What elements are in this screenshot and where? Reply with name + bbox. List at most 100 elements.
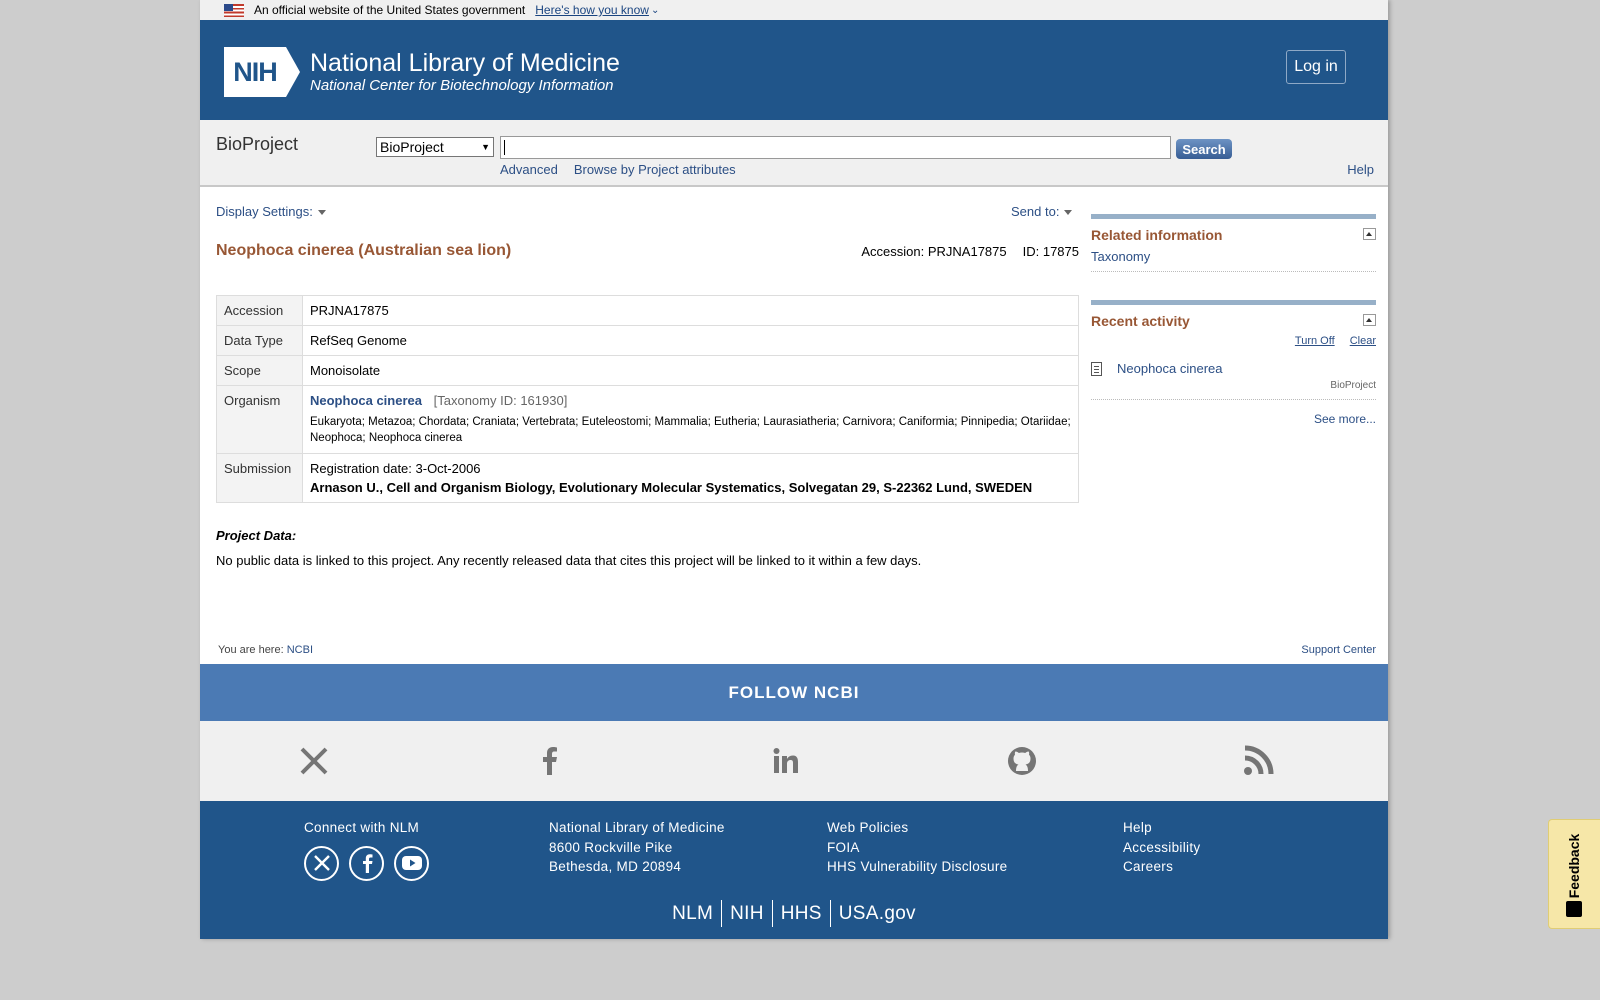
submitter: Arnason U., Cell and Organism Biology, E… [310,480,1033,495]
record-id: ID: 17875 [1022,244,1079,259]
web-policies-link[interactable]: Web Policies [827,818,1007,838]
table-row: Organism Neophoca cinerea [Taxonomy ID: … [216,385,1079,454]
row-key: Data Type [216,325,303,356]
breadcrumb-ncbi-link[interactable]: NCBI [287,644,313,656]
gov-banner: An official website of the United States… [200,0,1388,20]
project-details-table: Accession PRJNA17875 Data Type RefSeq Ge… [216,295,1079,503]
row-value: RefSeq Genome [302,325,1079,356]
select-caret-icon: ▼ [481,142,490,152]
recent-activity-item[interactable]: Neophoca cinerea [1091,361,1376,376]
recent-item-database: BioProject [1091,380,1376,400]
careers-link[interactable]: Careers [1123,857,1200,877]
search-bar: BioProject BioProject ▼ Search Advanced … [200,120,1388,187]
row-key: Submission [216,453,303,503]
database-title: BioProject [216,134,299,154]
usa-gov-link[interactable]: USA.gov [829,900,924,927]
table-row: Scope Monoisolate [216,355,1079,386]
site-subtitle: National Center for Biotechnology Inform… [310,77,614,94]
search-input[interactable] [500,136,1171,159]
nih-link[interactable]: NIH [721,900,772,927]
nlm-link[interactable]: NLM [664,900,721,927]
database-select-value: BioProject [380,139,444,155]
accessibility-link[interactable]: Accessibility [1123,838,1200,858]
table-row: Submission Registration date: 3-Oct-2006… [216,453,1079,503]
foia-link[interactable]: FOIA [827,838,1007,858]
x-icon[interactable] [304,845,339,881]
feedback-label: Feedback [1566,833,1582,899]
linkedin-icon[interactable] [770,745,802,777]
collapse-toggle-icon[interactable] [1363,228,1376,240]
display-settings-menu[interactable]: Display Settings: [216,204,326,219]
chevron-down-icon: ⌄ [650,4,660,16]
address-line[interactable]: National Library of Medicine [549,818,725,838]
clear-link[interactable]: Clear [1350,335,1376,347]
record-identifiers: Accession: PRJNA17875 ID: 17875 [861,244,1079,259]
how-you-know-link[interactable]: Here's how you know [535,3,649,17]
organism-cell: Neophoca cinerea [Taxonomy ID: 161930] E… [302,385,1079,454]
help-link[interactable]: Help [1347,162,1374,177]
login-button[interactable]: Log in [1286,50,1346,84]
organism-lineage: Eukaryota; Metazoa; Chordata; Craniata; … [310,416,1071,444]
us-flag-icon [224,3,244,17]
project-data-message: No public data is linked to this project… [216,553,922,568]
social-links [200,721,1388,801]
recent-item-link[interactable]: Neophoca cinerea [1117,361,1223,376]
row-key: Accession [216,295,303,326]
row-value: PRJNA17875 [302,295,1079,326]
record-title: Neophoca cinerea (Australian sea lion) [216,242,512,259]
turn-off-link[interactable]: Turn Off [1295,335,1335,347]
follow-ncbi-heading: FOLLOW NCBI [200,664,1388,721]
gov-banner-text: An official website of the United States… [254,3,526,17]
gov-links: NLM NIH HHS USA.gov [200,900,1388,927]
table-row: Accession PRJNA17875 [216,295,1079,326]
taxonomy-id: [Taxonomy ID: 161930] [433,393,568,408]
x-icon[interactable] [298,745,330,777]
feedback-icon [1566,901,1582,917]
nih-logo-box: NIH [224,47,286,97]
nlm-footer: Connect with NLM National Library of Med… [200,801,1388,939]
portlet-title: Related information [1091,227,1223,243]
row-value: Monoisolate [302,355,1079,386]
vulnerability-disclosure-link[interactable]: HHS Vulnerability Disclosure [827,857,1007,877]
collapse-toggle-icon[interactable] [1363,314,1376,326]
nih-logo[interactable]: NIH National Library of Medicine Nationa… [224,47,620,97]
site-title: National Library of Medicine [310,49,620,77]
address-line: 8600 Rockville Pike [549,839,673,855]
dropdown-arrow-icon [1064,210,1073,216]
facebook-icon[interactable] [534,745,566,777]
browse-attributes-link[interactable]: Browse by Project attributes [574,162,736,177]
registration-date: Registration date: 3-Oct-2006 [310,461,481,476]
sidebar: Related information Taxonomy Recent acti… [1091,214,1376,454]
organism-link[interactable]: Neophoca cinerea [310,393,422,408]
recent-activity-portlet: Recent activity Turn Off Clear Neophoca … [1091,300,1376,426]
rss-icon[interactable] [1242,745,1274,777]
youtube-icon[interactable] [394,845,429,881]
send-to-menu[interactable]: Send to: [1011,204,1073,219]
hhs-link[interactable]: HHS [771,900,830,927]
facebook-icon[interactable] [349,845,384,881]
nih-logo-arrow [286,47,300,97]
dropdown-arrow-icon [317,210,326,216]
search-button[interactable]: Search [1176,139,1232,159]
nlm-header: NIH National Library of Medicine Nationa… [200,20,1388,120]
address-line: Bethesda, MD 20894 [549,859,682,874]
github-icon[interactable] [1006,745,1038,777]
taxonomy-link[interactable]: Taxonomy [1091,249,1376,272]
see-more-link[interactable]: See more... [1314,412,1376,426]
row-key: Scope [216,355,303,386]
project-data-heading: Project Data: [216,528,297,543]
row-key: Organism [216,385,303,454]
page: An official website of the United States… [200,0,1388,939]
footer-help-link[interactable]: Help [1123,818,1200,838]
portlet-title: Recent activity [1091,313,1190,329]
connect-with-nlm: Connect with NLM [304,820,420,835]
feedback-button[interactable]: Feedback [1548,819,1600,929]
table-row: Data Type RefSeq Genome [216,325,1079,356]
breadcrumb: You are here: NCBI [218,644,313,656]
submission-cell: Registration date: 3-Oct-2006 Arnason U.… [302,453,1079,503]
support-center-link[interactable]: Support Center [1301,644,1376,656]
breadcrumb-prefix: You are here: [218,644,284,656]
advanced-link[interactable]: Advanced [500,162,558,177]
database-select[interactable]: BioProject ▼ [376,137,494,157]
related-information-portlet: Related information Taxonomy [1091,214,1376,272]
